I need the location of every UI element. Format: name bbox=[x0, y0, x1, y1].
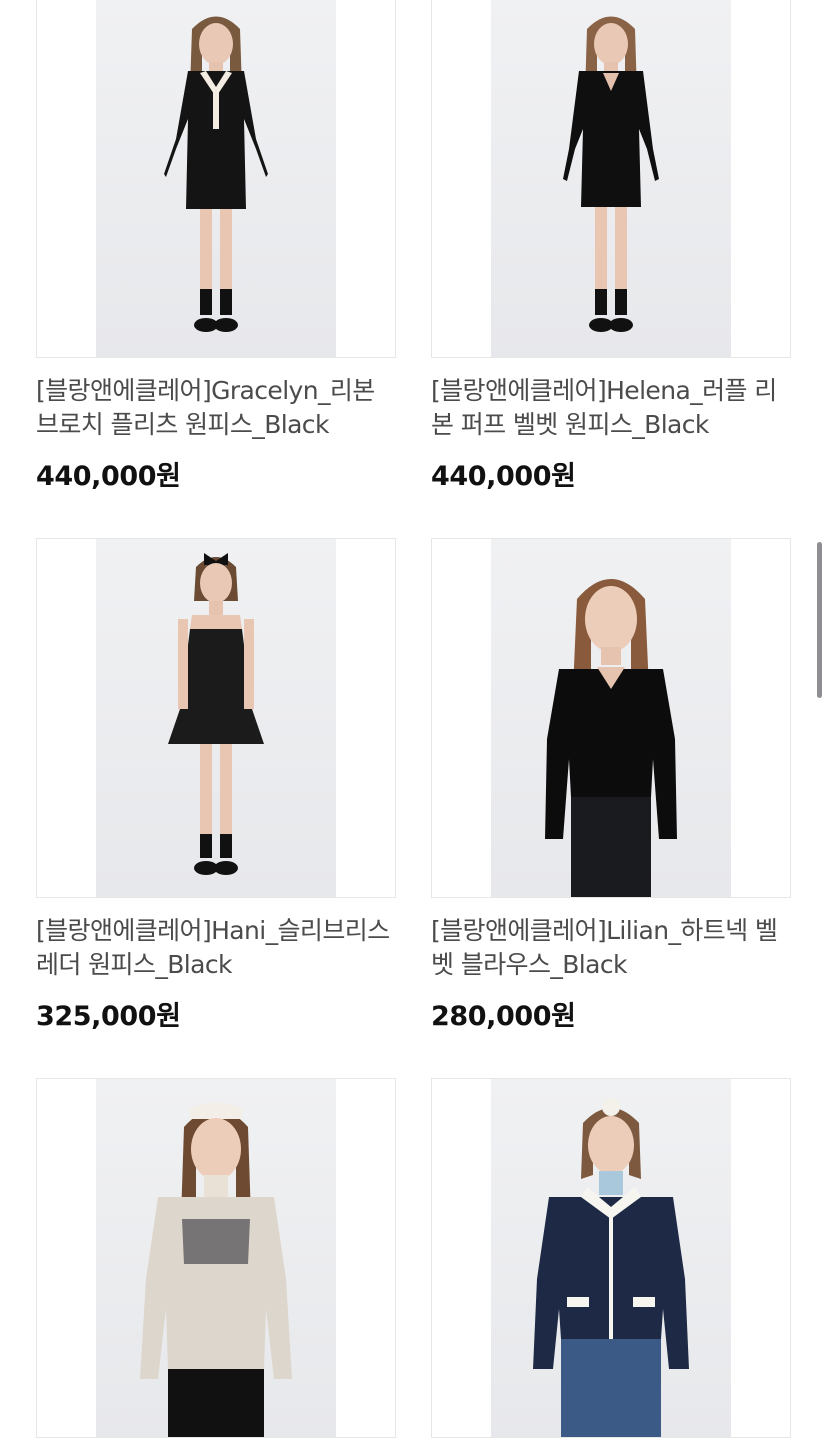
product-name[interactable]: [블랑앤에클레어]Helena_러플 리본 퍼프 벨벳 원피스_Black bbox=[431, 374, 791, 442]
product-thumbnail[interactable] bbox=[36, 538, 396, 898]
product-name[interactable]: [블랑앤에클레어]Hani_슬리브리스 레더 원피스_Black bbox=[36, 914, 396, 982]
scrollbar[interactable] bbox=[817, 542, 822, 698]
product-price: 440,000원 bbox=[36, 461, 181, 492]
product-thumbnail[interactable] bbox=[431, 538, 791, 898]
product-photo bbox=[491, 539, 731, 897]
product-price: 280,000원 bbox=[431, 1001, 576, 1032]
product-card[interactable]: [블랑앤에클레어]Helena_러플 리본 퍼프 벨벳 원피스_Black 44… bbox=[431, 0, 791, 493]
product-photo bbox=[96, 539, 336, 897]
product-name[interactable]: [블랑앤에클레어]Gracelyn_리본 브로치 플리츠 원피스_Black bbox=[36, 374, 396, 442]
product-name[interactable]: [블랑앤에클레어]Lilian_하트넥 벨벳 블라우스_Black bbox=[431, 914, 791, 982]
product-photo bbox=[491, 0, 731, 357]
product-price: 440,000원 bbox=[431, 461, 576, 492]
product-thumbnail[interactable] bbox=[36, 0, 396, 358]
product-photo bbox=[96, 1079, 336, 1437]
product-grid: [블랑앤에클레어]Gracelyn_리본 브로치 플리츠 원피스_Black 4… bbox=[0, 0, 828, 1438]
product-photo bbox=[96, 0, 336, 357]
product-price: 325,000원 bbox=[36, 1001, 181, 1032]
product-card[interactable]: [블랑앤에클레어]Gracelyn_리본 브로치 플리츠 원피스_Black 4… bbox=[36, 0, 396, 493]
product-photo bbox=[491, 1079, 731, 1437]
product-card[interactable]: [블랑앤에클레어]Hani_슬리브리스 레더 원피스_Black 325,000… bbox=[36, 538, 396, 1033]
product-card[interactable]: [블랑앤에클레어]Lilian_하트넥 벨벳 블라우스_Black 280,00… bbox=[431, 538, 791, 1033]
product-card[interactable] bbox=[36, 1078, 396, 1454]
product-card[interactable] bbox=[431, 1078, 791, 1454]
product-thumbnail[interactable] bbox=[431, 0, 791, 358]
product-thumbnail[interactable] bbox=[431, 1078, 791, 1438]
product-thumbnail[interactable] bbox=[36, 1078, 396, 1438]
